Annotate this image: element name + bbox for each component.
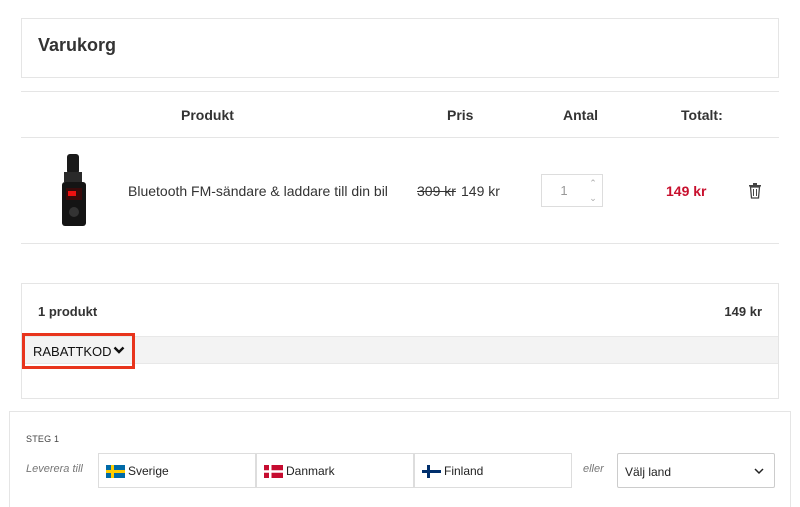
deliver-to-label: Leverera till bbox=[26, 463, 83, 475]
trash-icon[interactable] bbox=[748, 183, 762, 199]
discount-code-toggle[interactable]: RABATTKOD bbox=[22, 333, 135, 369]
country-button-danmark[interactable]: Danmark bbox=[256, 453, 414, 488]
country-select[interactable]: Välj land bbox=[617, 453, 775, 488]
select-value: Välj land bbox=[625, 465, 672, 479]
chevron-down-icon bbox=[113, 346, 125, 354]
quantity-value[interactable]: 1 bbox=[542, 183, 586, 198]
country-button-finland[interactable]: Finland bbox=[414, 453, 572, 488]
discount-bar bbox=[22, 336, 778, 364]
table-header: Produkt Pris Antal Totalt: bbox=[21, 91, 779, 138]
shipping-section: STEG 1 Leverera till Sverige Danmark Fin… bbox=[9, 411, 791, 507]
header-product: Produkt bbox=[181, 107, 234, 123]
cart-summary: 1 produkt 149 kr RABATTKOD bbox=[21, 283, 779, 399]
country-label: Danmark bbox=[286, 464, 335, 478]
chevron-down-icon[interactable]: ⌄ bbox=[586, 192, 600, 204]
discount-code-label: RABATTKOD bbox=[33, 344, 112, 359]
denmark-flag-icon bbox=[264, 465, 283, 478]
header-quantity: Antal bbox=[563, 107, 598, 123]
product-image[interactable] bbox=[59, 154, 89, 228]
page-title: Varukorg bbox=[38, 35, 117, 55]
cart-header: Varukorg bbox=[21, 18, 779, 78]
header-total: Totalt: bbox=[681, 107, 723, 123]
country-label: Finland bbox=[444, 464, 484, 478]
quantity-stepper[interactable]: 1 ⌃ ⌄ bbox=[541, 174, 603, 207]
cart-table: Produkt Pris Antal Totalt: Bluetooth FM-… bbox=[21, 91, 779, 244]
step-label: STEG 1 bbox=[26, 434, 60, 444]
country-button-sverige[interactable]: Sverige bbox=[98, 453, 256, 488]
row-total: 149 kr bbox=[666, 183, 707, 199]
chevron-down-icon bbox=[754, 468, 764, 475]
old-price: 309 kr bbox=[417, 183, 456, 199]
product-count: 1 produkt bbox=[38, 304, 98, 319]
country-label: Sverige bbox=[128, 464, 169, 478]
price: 149 kr bbox=[461, 183, 500, 199]
chevron-up-icon[interactable]: ⌃ bbox=[586, 177, 600, 189]
sweden-flag-icon bbox=[106, 465, 125, 478]
or-label: eller bbox=[583, 463, 604, 475]
header-price: Pris bbox=[447, 107, 474, 123]
finland-flag-icon bbox=[422, 465, 441, 478]
summary-total: 149 kr bbox=[724, 304, 762, 319]
table-row: Bluetooth FM-sändare & laddare till din … bbox=[21, 138, 779, 244]
product-name[interactable]: Bluetooth FM-sändare & laddare till din … bbox=[128, 183, 388, 199]
